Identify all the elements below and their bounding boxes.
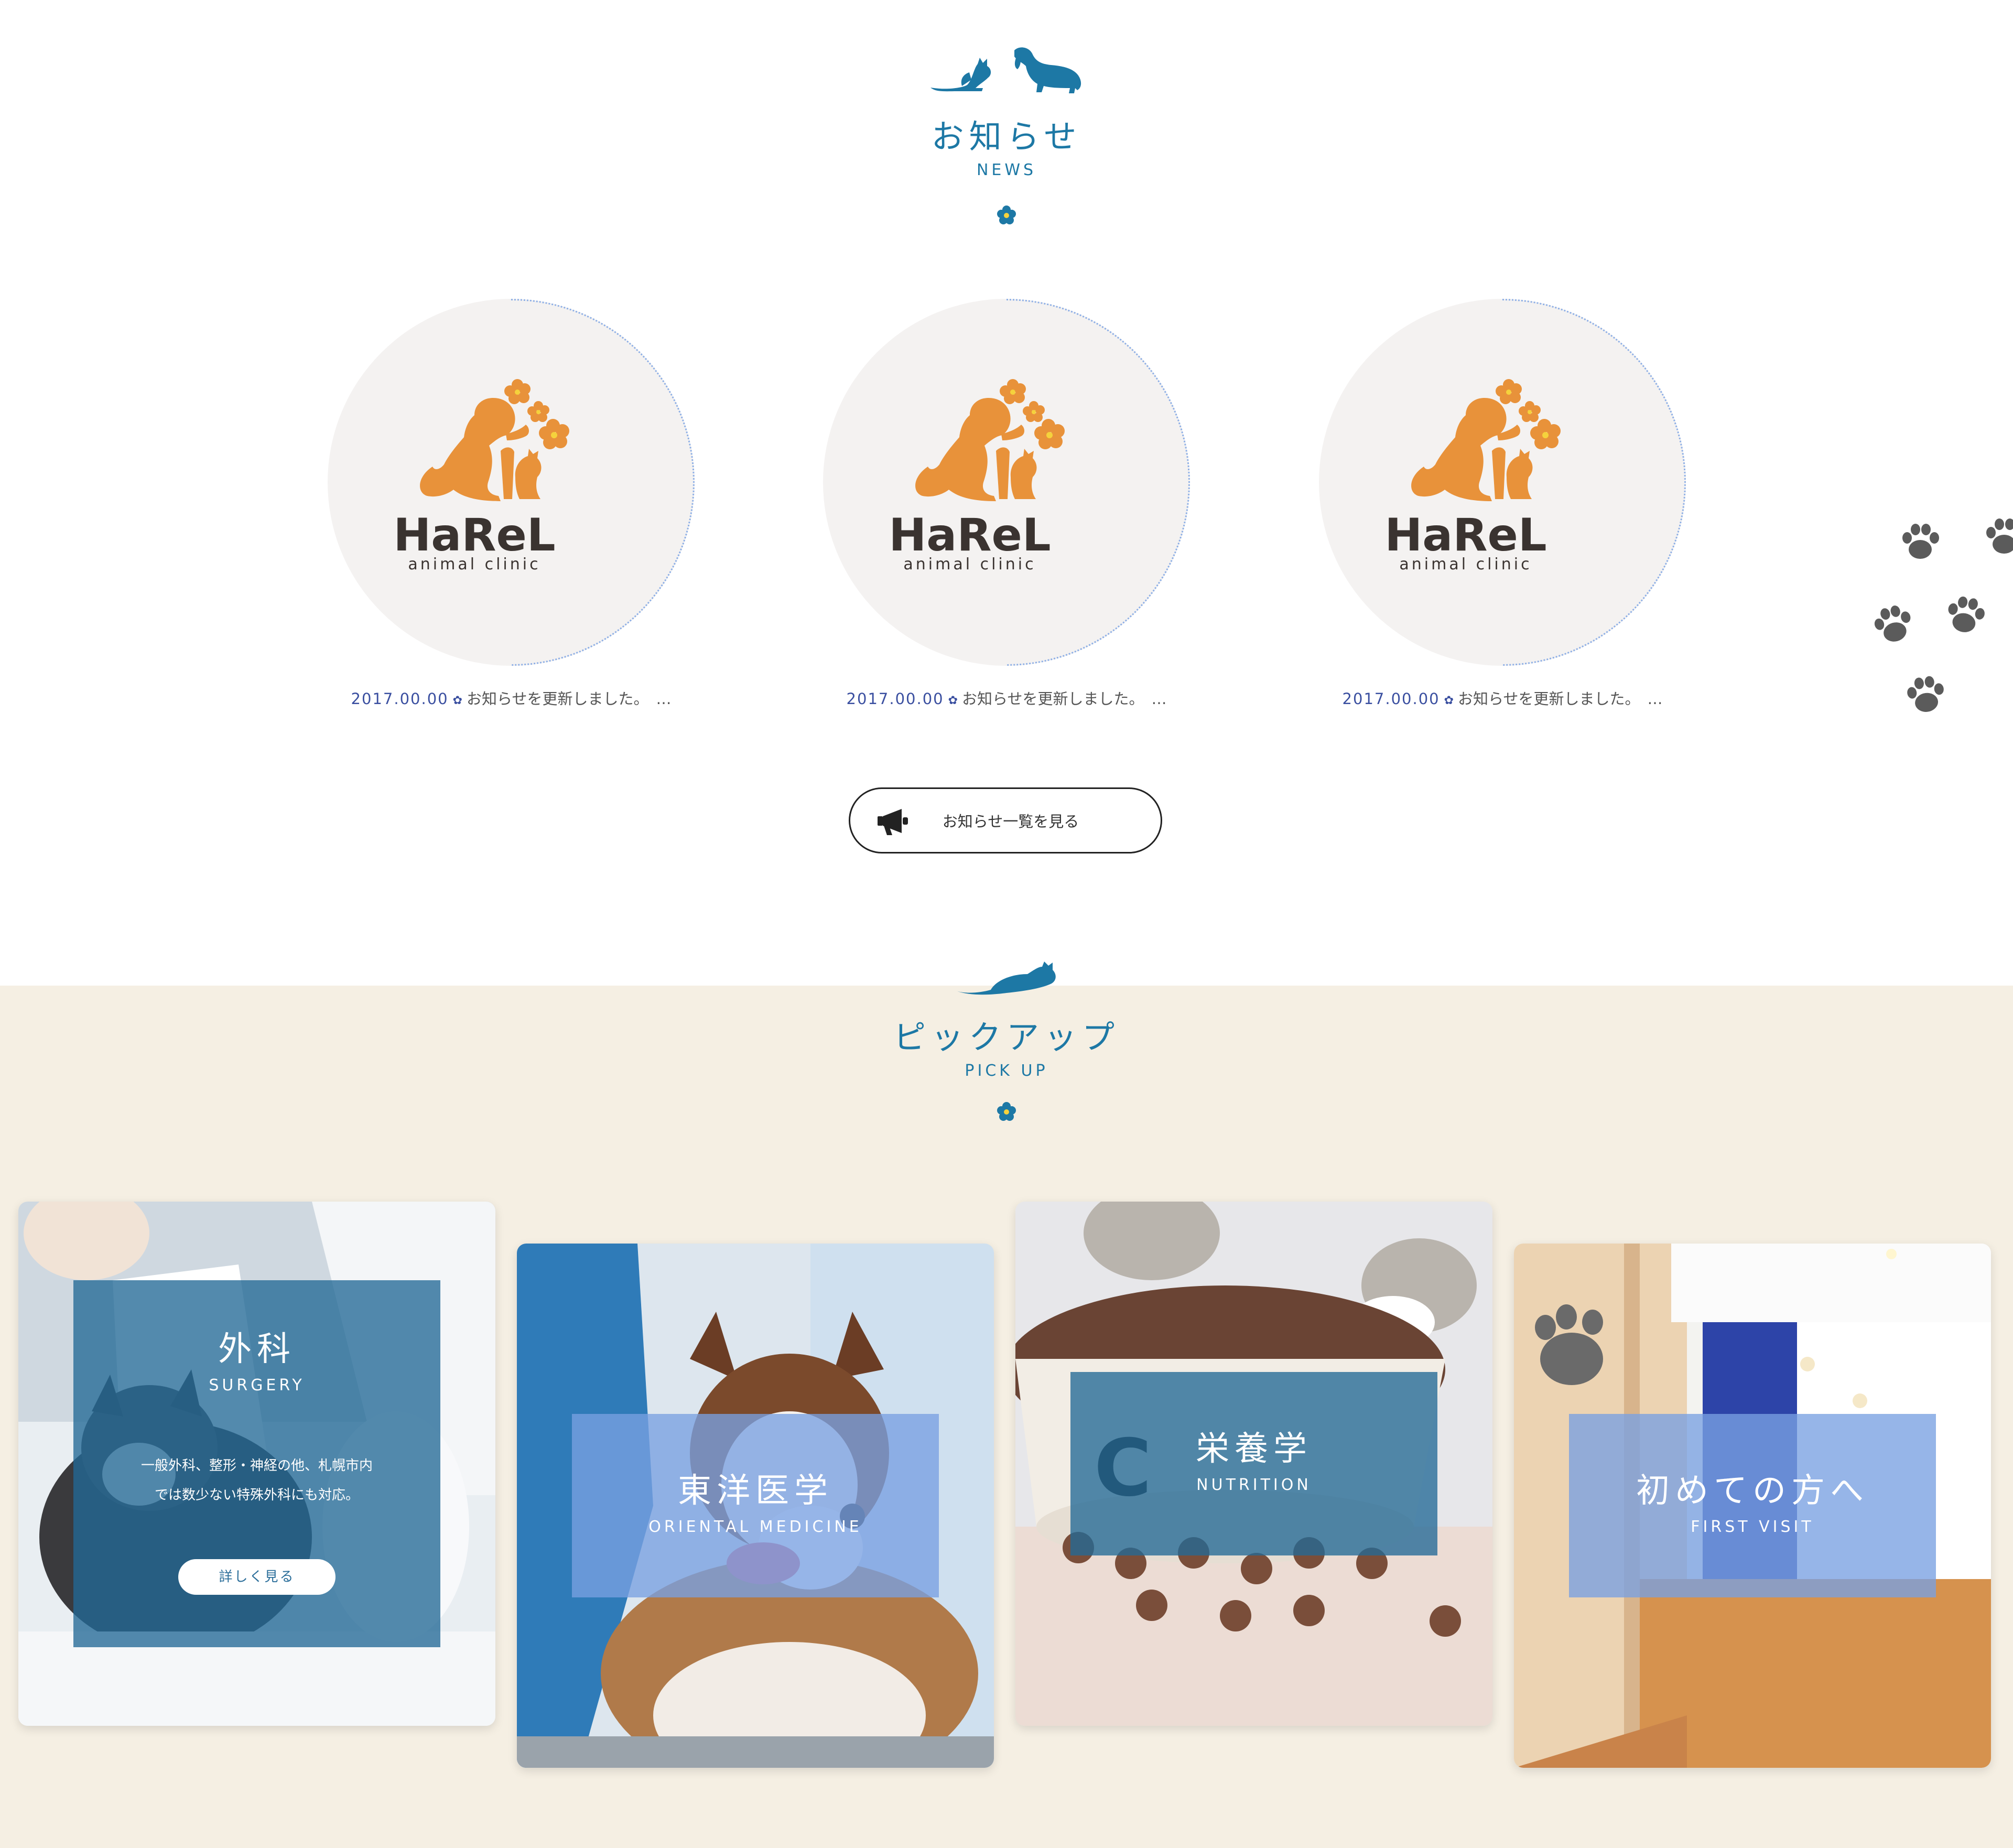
oriental-medicine-title: 東洋医学: [678, 1472, 833, 1510]
news-date: 2017.00.00: [1342, 690, 1440, 708]
pickup-subtitle: PICK UP: [965, 1062, 1048, 1080]
news-section: お知らせ NEWS HaReL animal clinic 2017.00.00…: [0, 0, 2013, 986]
surgery-description-line: では数少ない特殊外科にも対応。: [154, 1487, 359, 1503]
small-flower-icon: ✿: [452, 694, 463, 707]
news-ellipsis: …: [656, 690, 672, 708]
news-heading: お知らせ NEWS: [0, 121, 2013, 178]
surgery-subtitle: SURGERY: [209, 1376, 305, 1395]
surgery-description: 一般外科、整形・神経の他、札幌市内 では数少ない特殊外科にも対応。: [73, 1451, 440, 1510]
cat-dog-silhouette-icon: [930, 47, 1081, 93]
pickup-heading: ピックアップ PICK UP: [0, 1021, 2013, 1079]
pickup-section: ピックアップ PICK UP 外科 SURGERY 一般外科、整形・神経の他、札…: [0, 961, 2013, 1848]
nutrition-overlay: 栄養学 NUTRITION: [1070, 1372, 1437, 1555]
news-card[interactable]: HaReL animal clinic 2017.00.00 ✿ お知らせを更新しま…: [1293, 299, 1686, 718]
oriental-medicine-subtitle: ORIENTAL MEDICINE: [648, 1518, 862, 1536]
news-list-button[interactable]: お知らせ一覧を見る: [849, 787, 1162, 853]
oriental-medicine-overlay: 東洋医学 ORIENTAL MEDICINE: [572, 1414, 939, 1597]
pickup-title: ピックアップ: [893, 1018, 1120, 1056]
news-ellipsis: …: [1647, 690, 1663, 708]
harel-logo-icon: HaReL animal clinic: [891, 379, 1065, 574]
surgery-overlay: 外科 SURGERY 一般外科、整形・神経の他、札幌市内 では数少ない特殊外科にも…: [73, 1280, 440, 1647]
harel-logo-icon: HaReL animal clinic: [396, 379, 569, 574]
paw-print-icon: [1902, 524, 1939, 559]
surgery-detail-button[interactable]: 詳しく見る: [178, 1559, 336, 1595]
svg-text:animal clinic: animal clinic: [1399, 555, 1532, 574]
flower-divider-icon: [997, 206, 1016, 224]
svg-text:animal clinic: animal clinic: [903, 555, 1036, 574]
pickup-card-first-visit[interactable]: 初めての方へ FIRST VISIT: [1514, 1244, 1991, 1768]
first-visit-subtitle: FIRST VISIT: [1691, 1518, 1814, 1536]
news-meta[interactable]: 2017.00.00 ✿ お知らせを更新しました。 …: [797, 687, 1216, 709]
pickup-card-surgery[interactable]: 外科 SURGERY 一般外科、整形・神経の他、札幌市内 では数少ない特殊外科にも…: [18, 1202, 495, 1726]
news-text: お知らせを更新しました。: [1458, 690, 1640, 708]
paw-print-icon: [1948, 596, 1985, 632]
pickup-card-nutrition[interactable]: C 栄養学 NUTRITION: [1015, 1202, 1492, 1726]
svg-text:HaReL: HaReL: [396, 509, 556, 561]
first-visit-title: 初めての方へ: [1636, 1472, 1869, 1510]
news-date: 2017.00.00: [846, 690, 944, 708]
news-text: お知らせを更新しました。: [467, 690, 649, 708]
news-subtitle: NEWS: [976, 161, 1037, 179]
svg-text:animal clinic: animal clinic: [408, 555, 540, 574]
nutrition-title: 栄養学: [1196, 1430, 1312, 1468]
crouching-cat-icon: [956, 961, 1056, 995]
harel-logo-icon: HaReL animal clinic: [1387, 379, 1561, 574]
small-flower-icon: ✿: [948, 694, 958, 707]
pickup-card-oriental-medicine[interactable]: 東洋医学 ORIENTAL MEDICINE: [517, 1244, 994, 1768]
paw-print-icon: [1907, 676, 1944, 712]
surgery-description-line: 一般外科、整形・神経の他、札幌市内: [140, 1458, 373, 1474]
svg-text:HaReL: HaReL: [1387, 509, 1547, 561]
paw-print-icon: [1986, 518, 2013, 554]
paw-print-icon: [1874, 606, 1911, 642]
news-card[interactable]: HaReL animal clinic 2017.00.00 ✿ お知らせを更新しま…: [301, 299, 695, 718]
news-text: お知らせを更新しました。: [962, 690, 1144, 708]
news-list-button-label: お知らせ一覧を見る: [942, 813, 1079, 830]
svg-text:HaReL: HaReL: [891, 509, 1051, 561]
small-flower-icon: ✿: [1444, 694, 1454, 707]
news-ellipsis: …: [1151, 690, 1167, 708]
nutrition-subtitle: NUTRITION: [1196, 1476, 1312, 1494]
news-card[interactable]: HaReL animal clinic 2017.00.00 ✿ お知らせを更新しま…: [797, 299, 1190, 718]
news-title: お知らせ: [931, 117, 1082, 156]
first-visit-overlay: 初めての方へ FIRST VISIT: [1569, 1414, 1936, 1597]
news-meta[interactable]: 2017.00.00 ✿ お知らせを更新しました。 …: [1293, 687, 1712, 709]
news-meta[interactable]: 2017.00.00 ✿ お知らせを更新しました。 …: [301, 687, 721, 709]
news-date: 2017.00.00: [351, 690, 449, 708]
surgery-title: 外科: [218, 1330, 296, 1369]
flower-divider-icon: [997, 1102, 1016, 1121]
